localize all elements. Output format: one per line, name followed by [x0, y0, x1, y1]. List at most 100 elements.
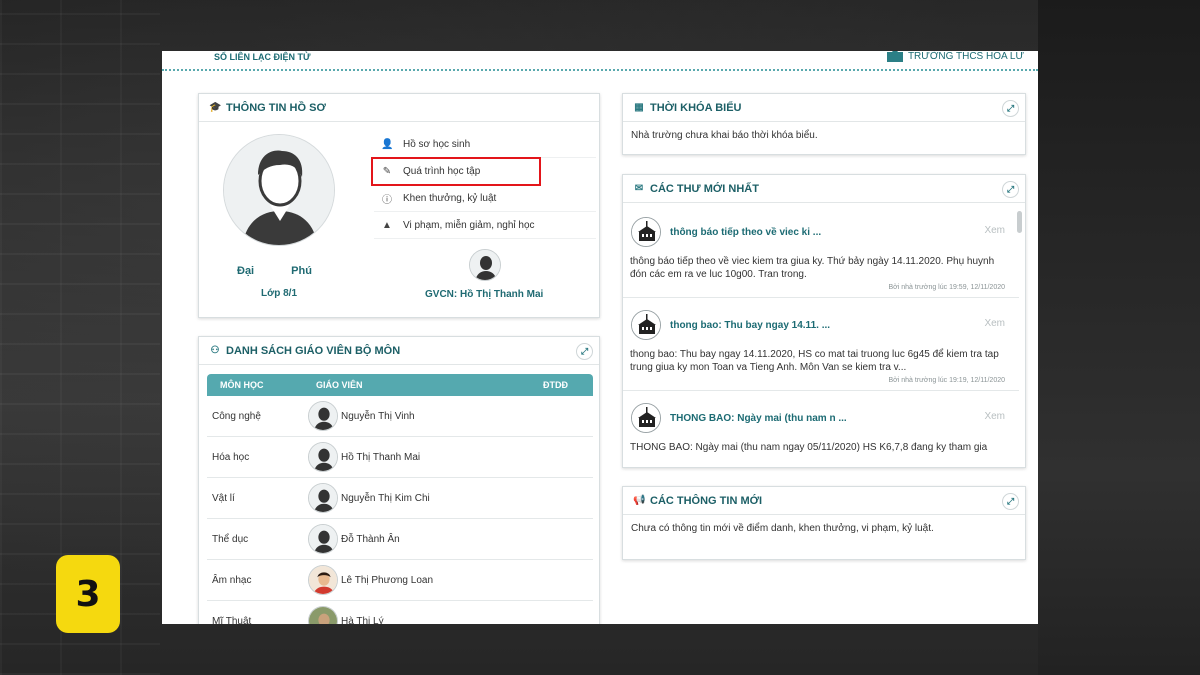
- mail-title[interactable]: THONG BAO: Ngày mai (thu nam n ...: [670, 413, 847, 424]
- teacher-photo-icon: [309, 607, 337, 624]
- table-header: MÔN HỌC GIÁO VIÊN ĐTDĐ: [207, 374, 593, 396]
- teacher-avatar-icon: [309, 443, 337, 471]
- teacher-avatar-icon: [309, 525, 337, 553]
- timetable-panel-title: THỜI KHÓA BIỂU: [650, 101, 742, 114]
- school-icon: [886, 51, 903, 62]
- teacher-avatar: [308, 442, 338, 472]
- menu-item-label: Khen thưởng, kỷ luật: [403, 192, 497, 204]
- mail-view-link[interactable]: Xem: [984, 225, 1005, 236]
- teacher-avatar: [308, 483, 338, 513]
- mail-title[interactable]: thong bao: Thu bay ngay 14.11. ...: [670, 320, 830, 331]
- info-icon: ⓘ: [382, 194, 392, 206]
- column-subject: MÔN HỌC: [220, 380, 264, 390]
- teacher-name-cell: Đỗ Thành Ân: [341, 533, 400, 545]
- mail-item[interactable]: THONG BAO: Ngày mai (thu nam n ... Xem T…: [623, 391, 1019, 459]
- school-building-icon: [631, 403, 661, 433]
- mail-panel-header: ✉ CÁC THƯ MỚI NHẤT ⤢: [623, 175, 1025, 203]
- teacher-name-cell: Nguyễn Thị Vinh: [341, 410, 415, 422]
- info-panel-header: 📢 CÁC THÔNG TIN MỚI ⤢: [623, 487, 1025, 515]
- table-row: Thể dục Đỗ Thành Ân: [207, 519, 593, 560]
- user-icon: 👤: [381, 138, 394, 150]
- column-phone: ĐTDĐ: [543, 380, 568, 390]
- teacher-name-cell: Hà Thị Lý: [341, 615, 384, 625]
- teachers-panel-title: DANH SÁCH GIÁO VIÊN BỘ MÔN: [226, 344, 401, 357]
- teacher-name-cell: Nguyễn Thị Kim Chi: [341, 492, 430, 504]
- graduation-cap-icon: 🎓: [209, 102, 222, 113]
- menu-item-rewards-discipline[interactable]: ⓘ Khen thưởng, kỷ luật: [374, 185, 596, 212]
- mail-list: thông báo tiếp theo về viec ki ... Xem t…: [623, 205, 1019, 459]
- teacher-photo: [308, 606, 338, 624]
- teacher-avatar-icon: [470, 250, 500, 280]
- school-building-icon: [631, 310, 661, 340]
- timetable-panel: ▦ THỜI KHÓA BIỂU ⤢ Nhà trường chưa khai …: [622, 93, 1026, 155]
- subject-cell: Âm nhạc: [212, 574, 252, 586]
- expand-icon[interactable]: ⤢: [1002, 493, 1019, 510]
- topbar: SỔ LIÊN LẠC ĐIỆN TỬ TRƯỜNG THCS HOA LƯ: [162, 51, 1038, 71]
- expand-icon[interactable]: ⤢: [576, 343, 593, 360]
- mail-item[interactable]: thong bao: Thu bay ngay 14.11. ... Xem t…: [623, 298, 1019, 391]
- teacher-photo: [308, 565, 338, 595]
- subject-cell: Mĩ Thuật: [212, 615, 252, 625]
- student-class: Lớp 8/1: [261, 288, 298, 299]
- teachers-icon: ⚇: [210, 345, 220, 356]
- mail-view-link[interactable]: Xem: [984, 411, 1005, 422]
- table-row: Công nghệ Nguyễn Thị Vinh: [207, 396, 593, 437]
- expand-icon[interactable]: ⤢: [1002, 100, 1019, 117]
- mail-date: Bởi nhà trường lúc 19:59, 12/11/2020: [888, 284, 1005, 291]
- subject-cell: Thể dục: [212, 533, 249, 545]
- profile-panel: 🎓 THÔNG TIN HỒ SƠ Đại Phú Lớp 8/1 👤 Hồ s…: [198, 93, 600, 318]
- info-panel-title: CÁC THÔNG TIN MỚI: [650, 494, 763, 507]
- expand-icon[interactable]: ⤢: [1002, 181, 1019, 198]
- warning-icon: ▲: [382, 219, 392, 231]
- mail-panel: ✉ CÁC THƯ MỚI NHẤT ⤢ thông báo tiếp theo…: [622, 174, 1026, 468]
- mail-panel-title: CÁC THƯ MỚI NHẤT: [650, 182, 759, 195]
- menu-item-label: Hồ sơ học sinh: [403, 138, 471, 150]
- menu-item-label: Vi phạm, miễn giảm, nghỉ học: [403, 219, 535, 231]
- app-screen: SỔ LIÊN LẠC ĐIỆN TỬ TRƯỜNG THCS HOA LƯ 🎓…: [162, 51, 1038, 624]
- school-name: TRƯỜNG THCS HOA LƯ: [886, 51, 1024, 62]
- profile-menu: 👤 Hồ sơ học sinh ✎ Quá trình học tập ⓘ K…: [371, 131, 596, 239]
- subject-cell: Công nghệ: [212, 410, 261, 422]
- menu-item-learning-progress[interactable]: ✎ Quá trình học tập: [371, 157, 541, 186]
- school-building-svg: [632, 404, 660, 432]
- menu-item-label: Quá trình học tập: [403, 165, 481, 177]
- teachers-panel-header: ⚇ DANH SÁCH GIÁO VIÊN BỘ MÔN ⤢: [199, 337, 599, 365]
- teacher-avatar: [308, 401, 338, 431]
- table-row: Mĩ Thuật Hà Thị Lý: [207, 601, 593, 624]
- teacher-avatar-icon: [309, 402, 337, 430]
- column-teacher: GIÁO VIÊN: [316, 380, 363, 390]
- mail-view-link[interactable]: Xem: [984, 318, 1005, 329]
- envelope-icon: ✉: [634, 183, 644, 194]
- bullhorn-icon: 📢: [633, 495, 646, 506]
- school-label: TRƯỜNG THCS HOA LƯ: [907, 51, 1024, 62]
- student-avatar: [223, 134, 335, 246]
- homeroom-teacher-avatar: [469, 249, 501, 281]
- info-panel: 📢 CÁC THÔNG TIN MỚI ⤢ Chưa có thông tin …: [622, 486, 1026, 560]
- timetable-panel-header: ▦ THỜI KHÓA BIỂU ⤢: [623, 94, 1025, 122]
- teacher-name-cell: Hồ Thị Thanh Mai: [341, 451, 421, 463]
- timetable-text: Nhà trường chưa khai báo thời khóa biểu.: [631, 130, 818, 141]
- step-badge: 3: [56, 555, 120, 633]
- table-row: Hóa học Hồ Thị Thanh Mai: [207, 437, 593, 478]
- teacher-avatar-icon: [309, 484, 337, 512]
- profile-panel-header: 🎓 THÔNG TIN HỒ SƠ: [199, 94, 599, 122]
- table-row: Vật lí Nguyễn Thị Kim Chi: [207, 478, 593, 519]
- profile-panel-title: THÔNG TIN HỒ SƠ: [226, 101, 326, 114]
- homeroom-teacher: GVCN: Hồ Thị Thanh Mai: [425, 289, 544, 300]
- default-avatar-icon: [224, 135, 334, 245]
- mail-date: Bởi nhà trường lúc 19:19, 12/11/2020: [888, 377, 1005, 384]
- menu-item-violations-absence[interactable]: ▲ Vi phạm, miễn giảm, nghỉ học: [374, 212, 596, 239]
- teacher-name-cell: Lê Thị Phương Loan: [341, 574, 434, 586]
- mail-title[interactable]: thông báo tiếp theo về viec ki ...: [670, 227, 821, 238]
- menu-item-student-record[interactable]: 👤 Hồ sơ học sinh: [374, 131, 596, 158]
- school-building-icon: [631, 217, 661, 247]
- background-right: [1038, 0, 1200, 675]
- subject-cell: Hóa học: [212, 451, 250, 463]
- mail-text: THONG BAO: Ngày mai (thu nam ngay 05/11/…: [630, 442, 988, 453]
- school-building-svg: [632, 311, 660, 339]
- brand-title[interactable]: SỔ LIÊN LẠC ĐIỆN TỬ: [214, 52, 310, 62]
- table-row: Âm nhạc Lê Thị Phương Loan: [207, 560, 593, 601]
- student-name: Đại Phú: [237, 265, 312, 277]
- teacher-photo-icon: [309, 566, 337, 594]
- mail-item[interactable]: thông báo tiếp theo về viec ki ... Xem t…: [623, 205, 1019, 298]
